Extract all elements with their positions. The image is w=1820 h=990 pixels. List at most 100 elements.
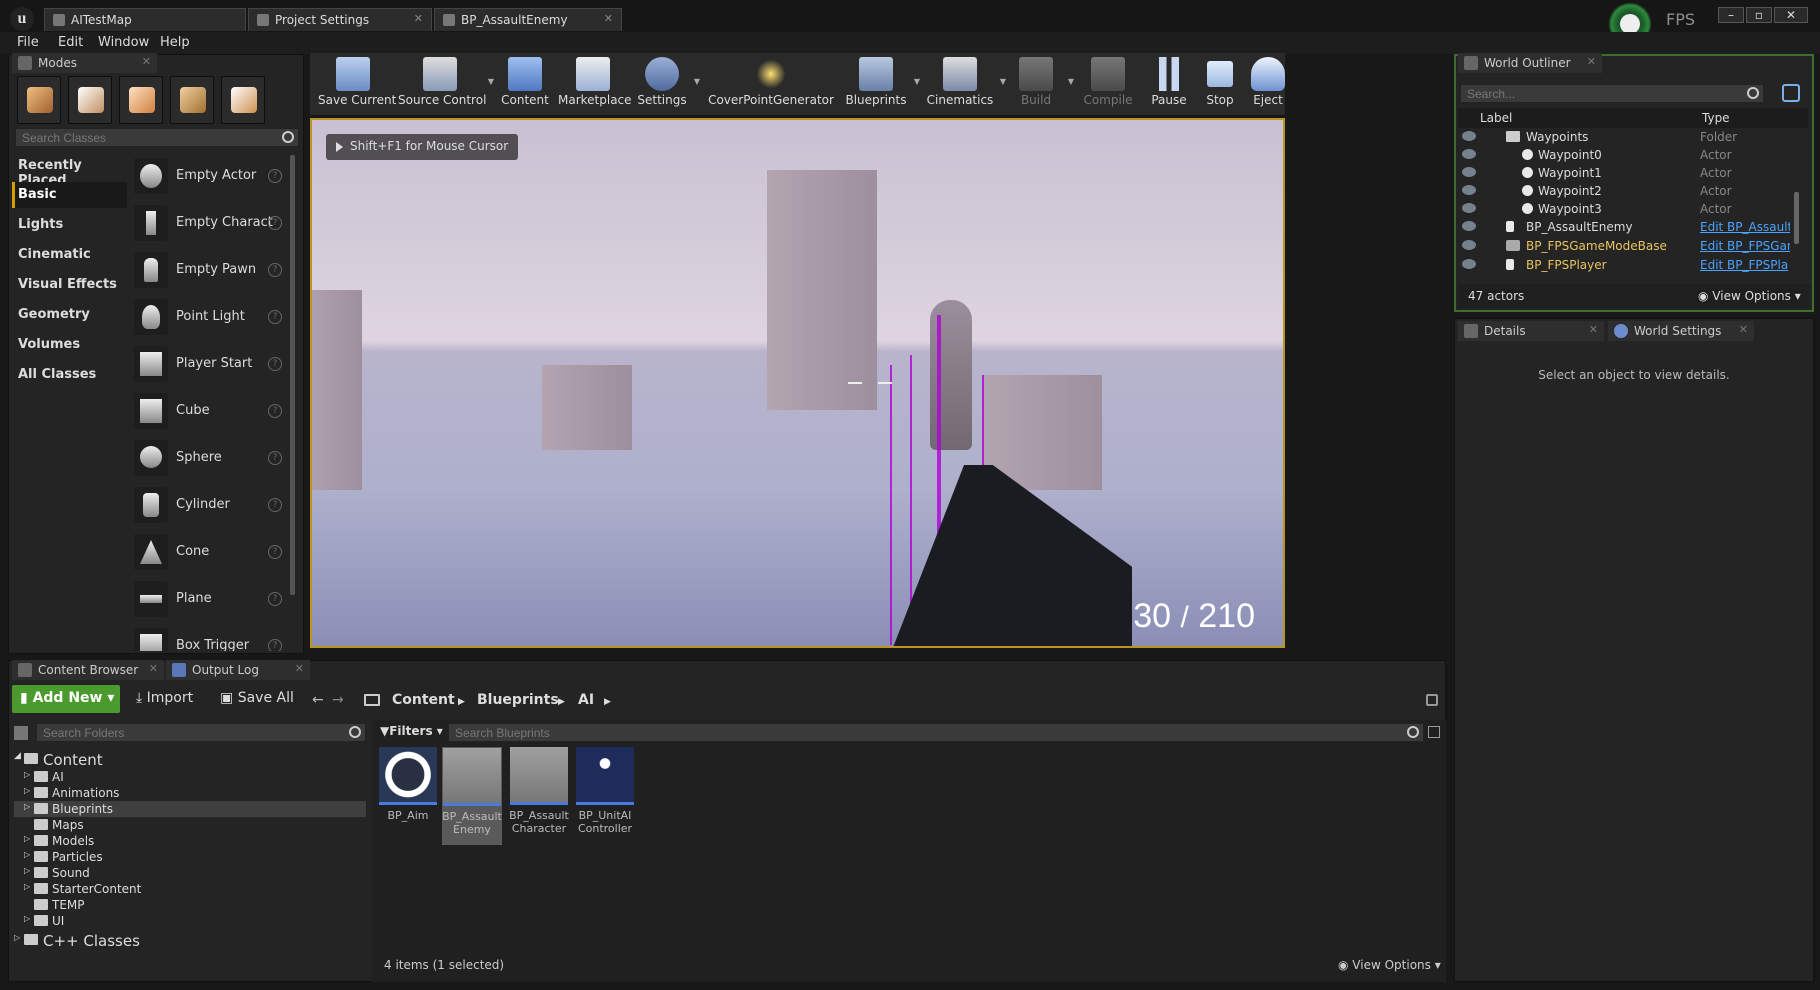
search-classes-input[interactable]: Search Classes [15, 128, 299, 147]
close-icon[interactable]: ✕ [1589, 323, 1598, 336]
place-cylinder[interactable]: Cylinder? [130, 484, 290, 528]
folder-animations[interactable]: ▷ Animations [14, 785, 366, 801]
breadcrumb-arrow-icon[interactable]: ▶ [604, 697, 611, 707]
place-point-light[interactable]: Point Light? [130, 296, 290, 340]
asset-bp-unitai-controller[interactable]: BP_UnitAI Controller [575, 747, 635, 835]
level-viewport[interactable]: Shift+F1 for Mouse Cursor 30 / 210 [310, 118, 1285, 648]
visibility-eye-icon[interactable] [1462, 221, 1476, 231]
build-button[interactable]: Build ▼ [1010, 53, 1074, 115]
expand-arrow-icon[interactable]: ▷ [24, 834, 30, 843]
visibility-eye-icon[interactable] [1462, 240, 1476, 250]
category-geometry[interactable]: Geometry [12, 302, 127, 328]
breadcrumb-ai[interactable]: AI [578, 692, 594, 708]
menu-file[interactable]: File [17, 35, 39, 50]
outliner-row[interactable]: BP_FPSPlayer Edit BP_FPSPla [1458, 256, 1790, 274]
close-icon[interactable]: ✕ [604, 12, 613, 25]
place-mode-button[interactable] [17, 76, 61, 124]
help-icon[interactable]: ? [268, 216, 282, 230]
lock-icon[interactable] [1426, 694, 1438, 706]
expand-arrow-icon[interactable]: ▷ [24, 786, 30, 795]
tab-content-browser[interactable]: Content Browser ✕ [12, 660, 164, 680]
folder-startercontent[interactable]: ▷ StarterContent [14, 881, 366, 897]
modes-scrollbar[interactable] [290, 155, 295, 595]
place-sphere[interactable]: Sphere? [130, 437, 290, 481]
tab-output-log[interactable]: Output Log ✕ [166, 660, 310, 680]
mouse-cursor-hint[interactable]: Shift+F1 for Mouse Cursor [326, 134, 519, 160]
folder-ai[interactable]: ▷ AI [14, 769, 366, 785]
stop-button[interactable]: Stop [1200, 53, 1240, 115]
outliner-row[interactable]: BP_FPSGameModeBase Edit BP_FPSGan [1458, 237, 1790, 255]
place-cone[interactable]: Cone? [130, 531, 290, 575]
outliner-row[interactable]: BP_AssaultEnemy Edit BP_Assault [1458, 218, 1790, 236]
expand-arrow-icon[interactable]: ▷ [24, 770, 30, 779]
expand-arrow-icon[interactable]: ◢ [14, 751, 21, 761]
foliage-mode-button[interactable] [170, 76, 214, 124]
save-search-icon[interactable] [1428, 726, 1440, 738]
pause-button[interactable]: Pause [1146, 53, 1192, 115]
dropdown-arrow-icon[interactable]: ▼ [1068, 77, 1074, 86]
category-basic[interactable]: Basic [12, 182, 127, 208]
expand-arrow-icon[interactable]: ▷ [24, 850, 30, 859]
geometry-mode-button[interactable] [221, 76, 265, 124]
paint-mode-button[interactable] [68, 76, 112, 124]
content-button[interactable]: Content [500, 53, 550, 115]
outliner-row[interactable]: Waypoint1 Actor [1458, 164, 1790, 182]
outliner-row[interactable]: Waypoint0 Actor [1458, 146, 1790, 164]
blueprints-button[interactable]: Blueprints ▼ [844, 53, 920, 115]
outliner-row[interactable]: Waypoint2 Actor [1458, 182, 1790, 200]
category-all-classes[interactable]: All Classes [12, 362, 127, 388]
place-plane[interactable]: Plane? [130, 578, 290, 622]
category-volumes[interactable]: Volumes [12, 332, 127, 358]
menu-edit[interactable]: Edit [58, 35, 83, 50]
expand-arrow-icon[interactable]: ▷ [14, 933, 20, 942]
tab-aitestmap[interactable]: AITestMap [44, 8, 246, 31]
folder-content[interactable]: ◢ Content [14, 750, 366, 769]
breadcrumb-content[interactable]: Content [392, 692, 455, 708]
search-folders-input[interactable]: Search Folders [36, 723, 366, 742]
category-lights[interactable]: Lights [12, 212, 127, 238]
sources-toggle-icon[interactable] [14, 726, 28, 740]
category-visual-effects[interactable]: Visual Effects [12, 272, 127, 298]
folder-blueprints[interactable]: ▷ Blueprints [14, 801, 366, 817]
breadcrumb-arrow-icon[interactable]: ▶ [458, 697, 465, 707]
expand-arrow-icon[interactable]: ▷ [24, 866, 30, 875]
place-empty-actor[interactable]: Empty Actor? [130, 155, 290, 199]
place-empty-character[interactable]: Empty Charact? [130, 202, 290, 246]
history-back-icon[interactable]: ← [312, 692, 324, 708]
folder-models[interactable]: ▷ Models [14, 833, 366, 849]
col-type[interactable]: Type [1702, 111, 1730, 125]
tab-bp-assaultenemy[interactable]: BP_AssaultEnemy ✕ [434, 8, 622, 31]
maximize-button[interactable]: ▫ [1746, 7, 1772, 23]
tab-project-settings[interactable]: Project Settings ✕ [248, 8, 432, 31]
visibility-eye-icon[interactable] [1462, 167, 1476, 177]
close-icon[interactable]: ✕ [142, 55, 151, 68]
category-recently-placed[interactable]: Recently Placed [12, 153, 127, 188]
place-cube[interactable]: Cube? [130, 390, 290, 434]
close-icon[interactable]: ✕ [1587, 55, 1596, 68]
visibility-eye-icon[interactable] [1462, 203, 1476, 213]
tab-modes[interactable]: Modes ✕ [12, 53, 157, 73]
cinematics-button[interactable]: Cinematics ▼ [926, 53, 1006, 115]
search-blueprints-input[interactable]: Search Blueprints [448, 723, 1424, 742]
close-icon[interactable]: ✕ [414, 12, 423, 25]
dropdown-arrow-icon[interactable]: ▼ [488, 77, 494, 86]
history-forward-icon[interactable]: → [332, 692, 344, 708]
expand-arrow-icon[interactable]: ▷ [24, 802, 30, 811]
menu-help[interactable]: Help [160, 35, 190, 50]
asset-bp-assault-character[interactable]: BP_Assault Character [509, 747, 569, 835]
col-label[interactable]: Label [1480, 111, 1512, 125]
help-icon[interactable]: ? [268, 498, 282, 512]
place-player-start[interactable]: Player Start? [130, 343, 290, 387]
folder-ui[interactable]: ▷ UI [14, 913, 366, 929]
marketplace-button[interactable]: Marketplace [558, 53, 632, 115]
dropdown-arrow-icon[interactable]: ▼ [694, 77, 700, 86]
tab-details[interactable]: Details ✕ [1458, 321, 1604, 341]
tab-world-outliner[interactable]: World Outliner ✕ [1458, 53, 1602, 73]
breadcrumb-blueprints[interactable]: Blueprints [477, 692, 559, 708]
breadcrumb-arrow-icon[interactable]: ▶ [558, 697, 565, 707]
add-folder-icon[interactable] [1782, 84, 1800, 102]
menu-window[interactable]: Window [98, 35, 149, 50]
help-icon[interactable]: ? [268, 310, 282, 324]
dropdown-arrow-icon[interactable]: ▼ [914, 77, 920, 86]
close-icon[interactable]: ✕ [295, 662, 304, 675]
